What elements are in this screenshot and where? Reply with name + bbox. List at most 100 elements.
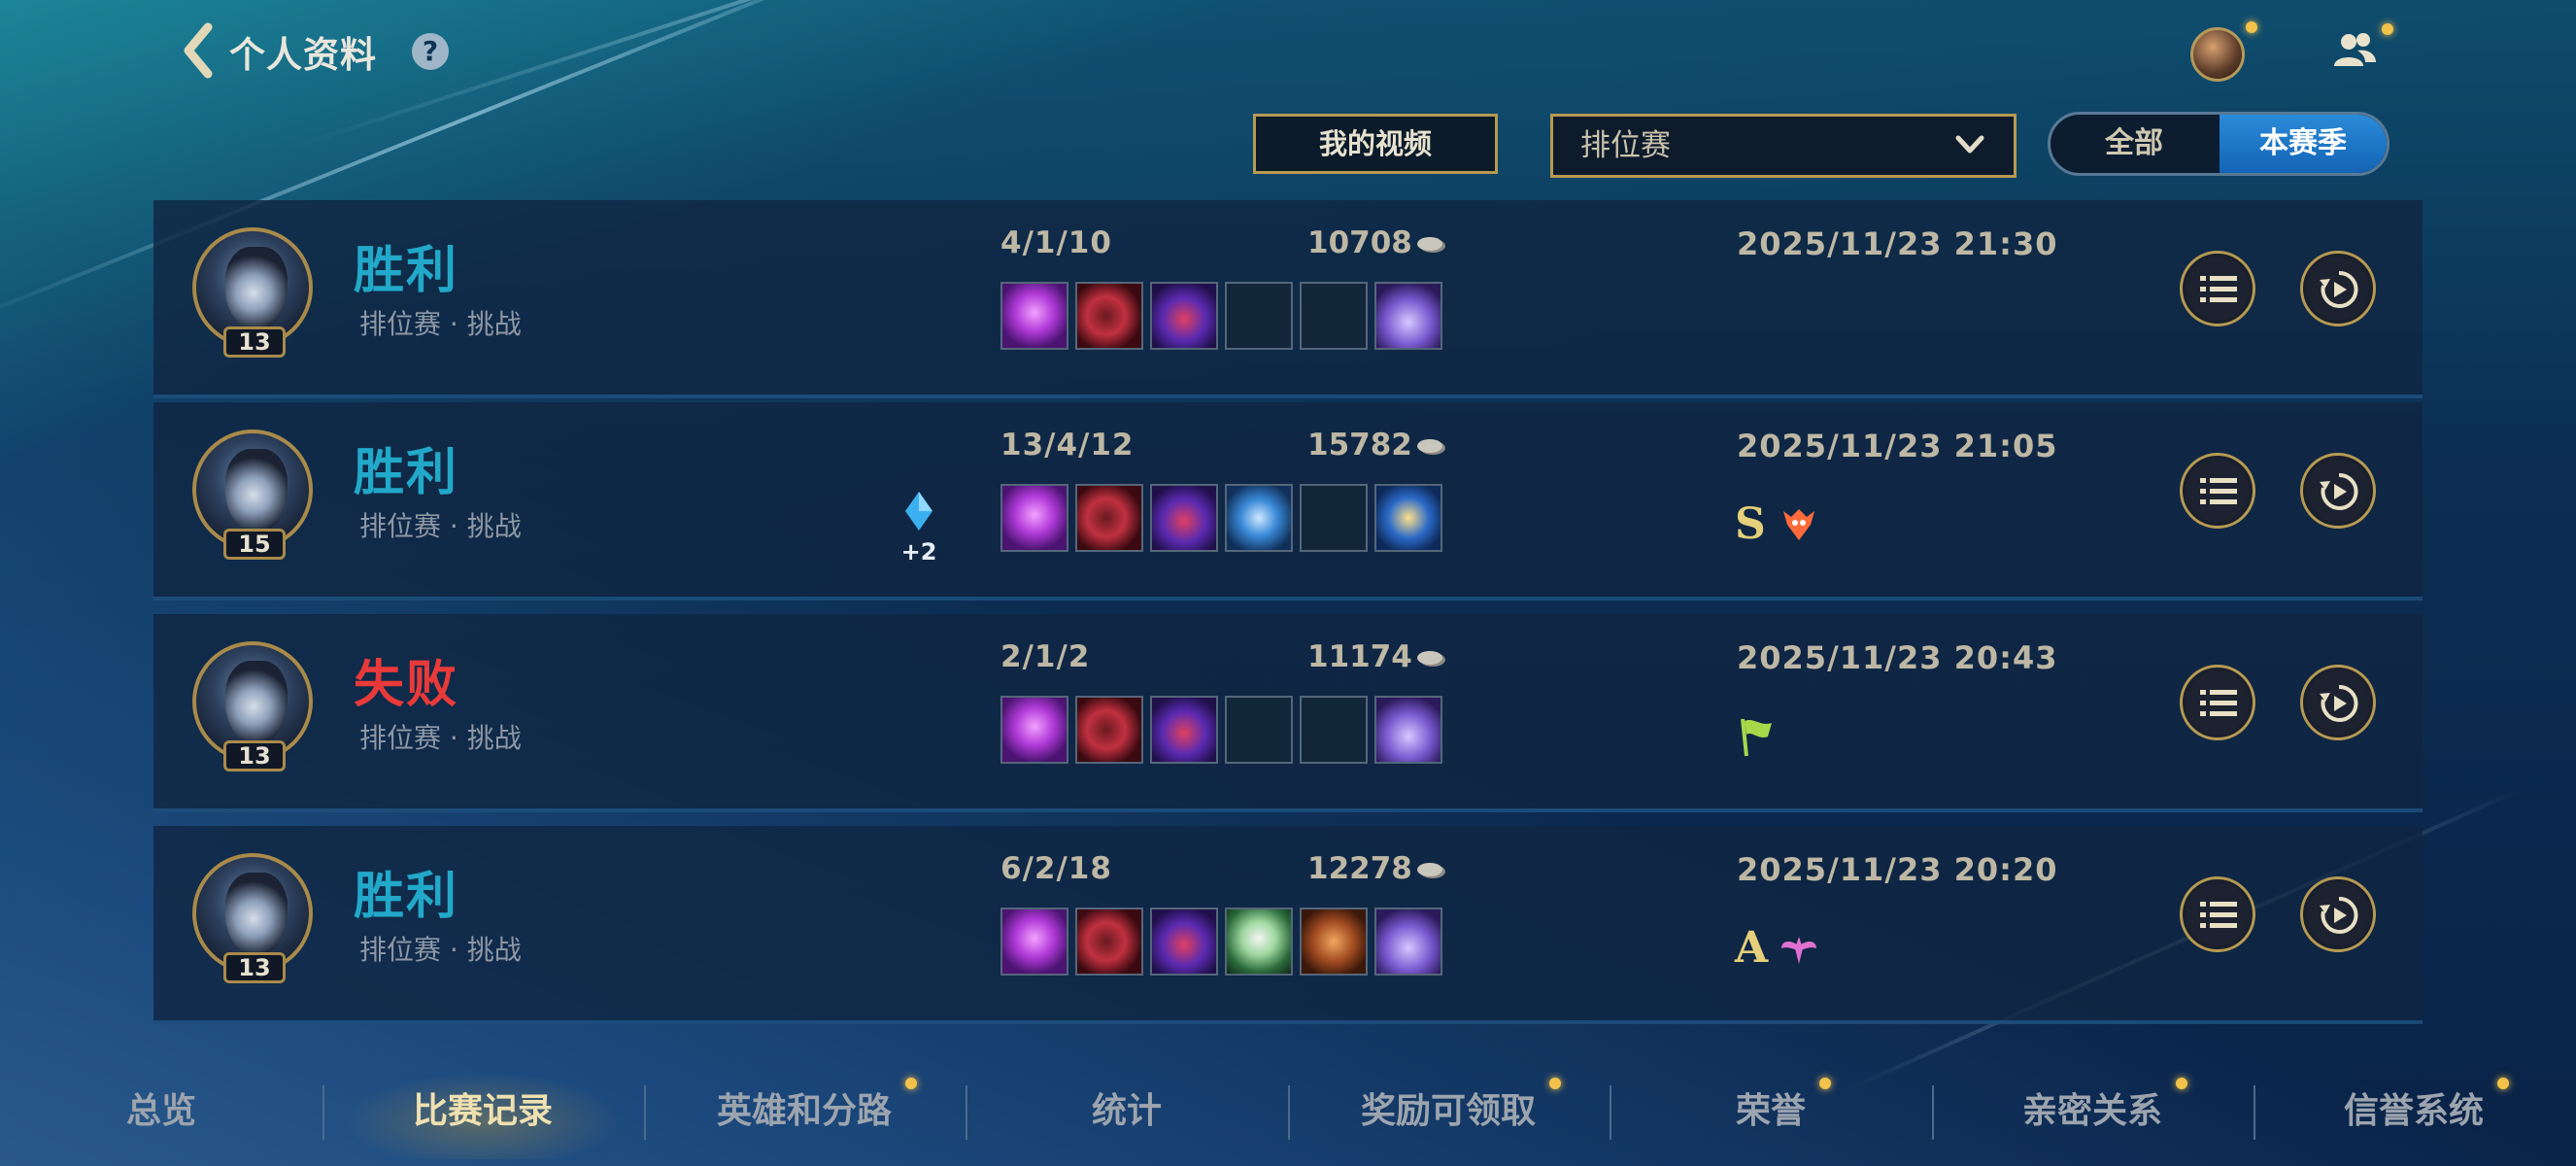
hourglass-gold-icon[interactable]: [1374, 484, 1442, 552]
notification-dot: [2176, 1078, 2187, 1089]
scope-all-option[interactable]: 全部: [2051, 115, 2218, 173]
augment-purple-icon[interactable]: [1000, 282, 1068, 350]
chevron-down-icon: [1955, 135, 1984, 154]
wings-badge-icon: [1778, 927, 1820, 974]
mask-green-icon[interactable]: [1225, 908, 1293, 976]
champion-level: 15: [223, 529, 286, 560]
bottom-nav: 总览 比赛记录 英雄和分路 统计 奖励可领取 荣誉 亲密关系 信誉系统: [0, 1064, 2576, 1159]
blue-gem-icon: [905, 492, 932, 531]
mode-select-value: 排位赛: [1580, 128, 1671, 163]
friends-icon[interactable]: [2331, 29, 2380, 72]
nav-tab-6[interactable]: 荣誉: [1610, 1064, 1932, 1159]
nav-tab-label: 比赛记录: [412, 1091, 553, 1131]
match-row[interactable]: 13 失败 排位赛 · 挑战 2/1/2 11174 2025/11/23 20…: [153, 614, 2423, 812]
nav-tab-label: 奖励可领取: [1360, 1091, 1536, 1131]
replay-icon: [2320, 472, 2358, 510]
back-button[interactable]: [181, 21, 214, 80]
match-replay-button[interactable]: [2300, 453, 2376, 529]
book-brown-icon[interactable]: [1300, 908, 1368, 976]
boots-purple-icon[interactable]: [1374, 696, 1442, 764]
match-kda: 4/1/10: [1000, 225, 1112, 260]
helm-red-icon[interactable]: [1075, 908, 1143, 976]
empty-item-slot[interactable]: [1300, 282, 1368, 350]
augment-purple-icon[interactable]: [1000, 908, 1068, 976]
mode-select[interactable]: 排位赛: [1550, 114, 2017, 178]
match-result: 胜利: [354, 868, 459, 926]
scope-season-option[interactable]: 本赛季: [2220, 115, 2387, 173]
nav-tab-4[interactable]: 统计: [966, 1064, 1288, 1159]
gold-coin-icon: [1416, 237, 1445, 253]
nav-tab-5[interactable]: 奖励可领取: [1287, 1064, 1610, 1159]
match-mode: 排位赛 · 挑战: [359, 308, 522, 340]
list-icon: [2200, 478, 2237, 504]
scope-toggle[interactable]: 全部 本赛季: [2048, 112, 2390, 176]
match-kda: 2/1/2: [1000, 639, 1091, 674]
match-mode: 排位赛 · 挑战: [359, 510, 522, 542]
gold-value: 11174: [1307, 639, 1412, 674]
chevron-left-icon: [184, 22, 213, 79]
match-result: 失败: [354, 656, 459, 714]
match-kda: 13/4/12: [1000, 428, 1135, 463]
match-gold: 15782: [1307, 428, 1447, 463]
champion-level: 13: [223, 952, 286, 983]
list-icon: [2200, 276, 2237, 302]
nav-tab-2[interactable]: 比赛记录: [322, 1064, 644, 1159]
match-row[interactable]: 13 胜利 排位赛 · 挑战 6/2/18 12278 2025/11/23 2…: [153, 826, 2423, 1024]
surrender-flag-icon: [1735, 715, 1778, 762]
notification-dot: [2497, 1078, 2509, 1089]
match-replay-button[interactable]: [2300, 876, 2376, 952]
boots-purple-icon[interactable]: [1374, 908, 1442, 976]
empty-item-slot[interactable]: [1300, 484, 1368, 552]
helm-red-icon[interactable]: [1075, 484, 1143, 552]
replay-icon: [2320, 896, 2358, 934]
match-replay-button[interactable]: [2300, 251, 2376, 326]
gold-coin-icon: [1416, 439, 1445, 455]
match-row[interactable]: 15 胜利 排位赛 · 挑战 13/4/12 15782 2025/11/23 …: [153, 402, 2423, 600]
hat-purple-icon[interactable]: [1150, 908, 1218, 976]
match-details-button[interactable]: [2180, 665, 2255, 740]
nav-tab-3[interactable]: 英雄和分路: [643, 1064, 966, 1159]
nav-tab-label: 英雄和分路: [716, 1091, 892, 1131]
replay-icon: [2320, 270, 2358, 308]
empty-item-slot[interactable]: [1225, 282, 1293, 350]
hat-purple-icon[interactable]: [1150, 696, 1218, 764]
match-row[interactable]: 13 胜利 排位赛 · 挑战 4/1/10 10708 2025/11/23 2…: [153, 200, 2423, 398]
match-kda: 6/2/18: [1000, 851, 1112, 886]
nav-tab-label: 总览: [125, 1091, 196, 1131]
match-details-button[interactable]: [2180, 876, 2255, 952]
gem-reward: +2: [890, 490, 948, 566]
empty-item-slot[interactable]: [1225, 696, 1293, 764]
hat-purple-icon[interactable]: [1150, 282, 1218, 350]
helm-red-icon[interactable]: [1075, 282, 1143, 350]
trident-blue-icon[interactable]: [1225, 484, 1293, 552]
empty-item-slot[interactable]: [1300, 696, 1368, 764]
notification-dot: [2382, 23, 2393, 35]
light-streak: [290, 0, 1216, 150]
gold-coin-icon: [1416, 651, 1445, 667]
performance-grade: A: [1735, 923, 1769, 973]
helm-red-icon[interactable]: [1075, 696, 1143, 764]
hat-purple-icon[interactable]: [1150, 484, 1218, 552]
replay-icon: [2320, 684, 2358, 722]
match-replay-button[interactable]: [2300, 665, 2376, 740]
match-gold: 12278: [1307, 851, 1447, 886]
help-icon[interactable]: ?: [412, 33, 449, 70]
performance-grade: S: [1735, 499, 1766, 549]
notification-dot: [905, 1078, 917, 1089]
match-result: 胜利: [354, 242, 459, 300]
boots-purple-icon[interactable]: [1374, 282, 1442, 350]
match-details-button[interactable]: [2180, 453, 2255, 529]
match-date: 2025/11/23 20:43: [1737, 639, 2058, 676]
nav-tab-7[interactable]: 亲密关系: [1931, 1064, 2254, 1159]
match-date: 2025/11/23 20:20: [1737, 851, 2058, 888]
match-details-button[interactable]: [2180, 251, 2255, 326]
nav-tab-8[interactable]: 信誉系统: [2253, 1064, 2575, 1159]
player-avatar[interactable]: [2190, 27, 2245, 82]
match-mode: 排位赛 · 挑战: [359, 934, 522, 966]
augment-purple-icon[interactable]: [1000, 696, 1068, 764]
my-videos-button[interactable]: 我的视频: [1253, 114, 1498, 174]
augment-purple-icon[interactable]: [1000, 484, 1068, 552]
list-icon: [2200, 690, 2237, 716]
nav-tab-1[interactable]: 总览: [0, 1064, 322, 1159]
nav-tab-label: 信誉系统: [2343, 1091, 2484, 1131]
